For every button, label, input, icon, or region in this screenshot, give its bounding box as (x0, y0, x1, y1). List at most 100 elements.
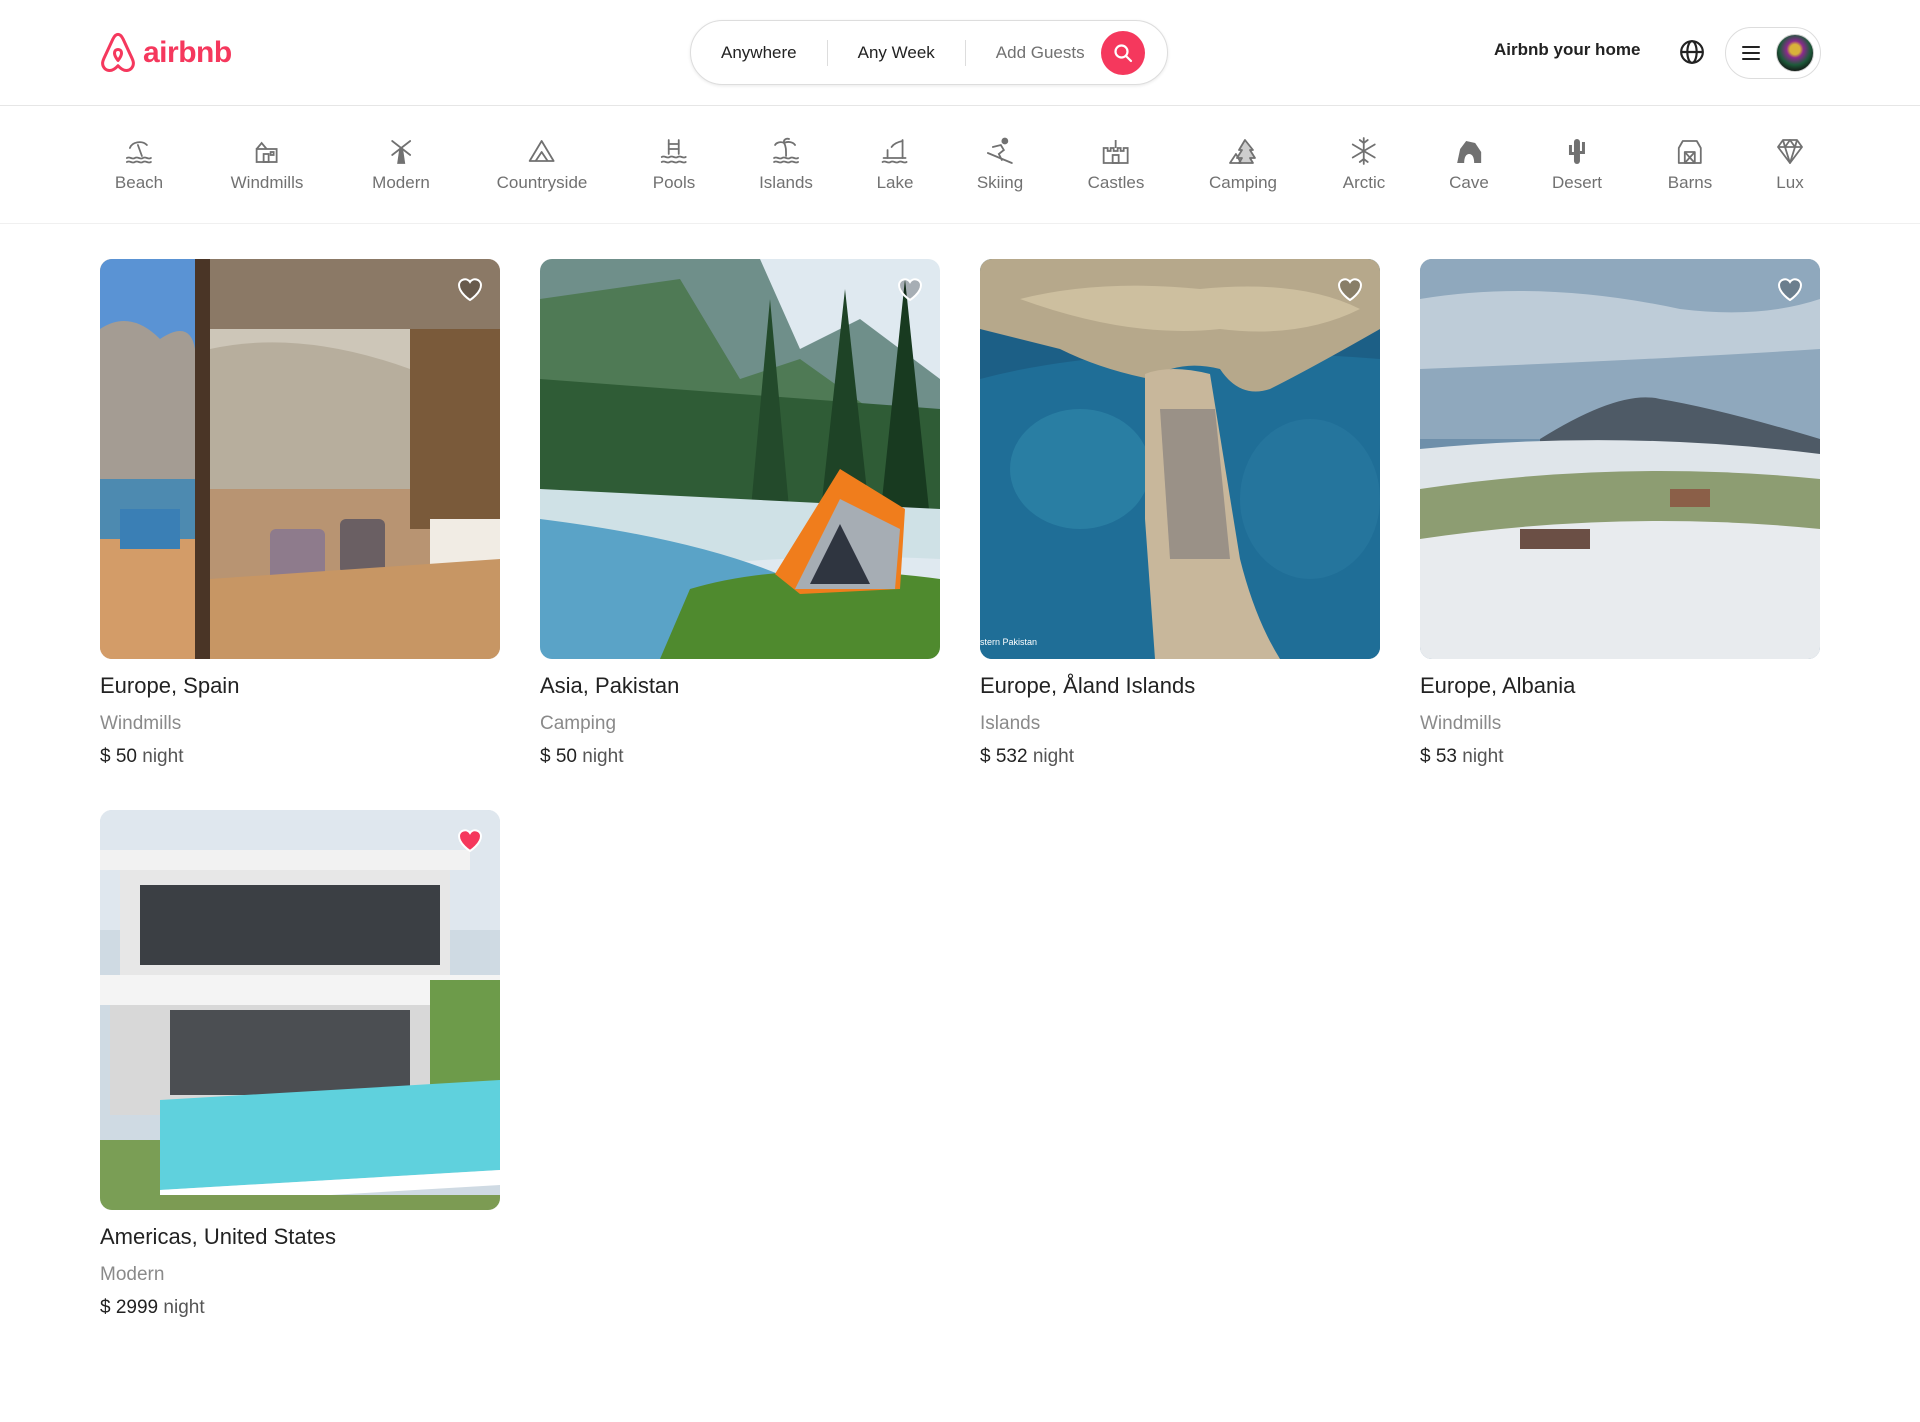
category-label: Cave (1449, 173, 1489, 192)
category-cave[interactable]: Cave (1449, 136, 1489, 193)
category-camping[interactable]: Camping (1209, 136, 1277, 193)
listing-photo-image (980, 259, 1380, 659)
castle-icon (1103, 140, 1129, 164)
listing-price-row: $ 50 night (100, 746, 183, 768)
category-label: Camping (1208, 173, 1278, 192)
modern-icon (391, 140, 411, 164)
listing-category: Windmills (1420, 713, 1502, 734)
listing-price-unit: night (142, 746, 184, 767)
listing-photo (540, 259, 940, 659)
search-bar[interactable]: Anywhere Any Week Add Guests (690, 20, 1168, 85)
favorite-button[interactable] (1335, 274, 1365, 304)
category-arctic[interactable]: Arctic (1342, 136, 1386, 193)
listing-category: Modern (100, 1264, 165, 1285)
listing-photo-image (100, 810, 500, 1210)
windmill-icon (256, 141, 278, 163)
heart-outline-icon (457, 278, 483, 302)
skiing-icon (987, 137, 1013, 164)
category-label: Modern (372, 173, 430, 192)
category-lux[interactable]: Lux (1775, 136, 1805, 193)
category-bar: Beach Windmills Modern Countryside Pools… (0, 106, 1920, 224)
listing-card[interactable]: Europe, Albania Windmills $ 53 night (1420, 259, 1820, 799)
listing-location: Europe, Åland Islands (980, 673, 1196, 698)
category-label: Skiing (976, 173, 1024, 192)
search-who[interactable]: Add Guests (966, 41, 1099, 65)
category-lake[interactable]: Lake (876, 136, 914, 193)
listing-price: $ 532 (980, 746, 1028, 767)
pool-icon (661, 139, 687, 164)
listing-price-unit: night (1032, 746, 1075, 767)
category-castles[interactable]: Castles (1087, 136, 1145, 193)
lake-icon (882, 139, 908, 164)
category-label: Barns (1667, 173, 1713, 192)
listing-photo (100, 259, 500, 659)
listing-price: $ 2999 (100, 1297, 159, 1318)
beach-icon (126, 141, 152, 164)
listing-price: $ 53 (1420, 746, 1457, 767)
listing-price: $ 50 (100, 746, 137, 767)
listing-photo-image (1420, 259, 1820, 659)
category-label: Beach (114, 173, 164, 192)
hamburger-icon (1742, 46, 1760, 60)
category-windmills[interactable]: Windmills (231, 136, 303, 193)
camping-icon (1229, 139, 1256, 164)
category-countryside[interactable]: Countryside (496, 136, 588, 193)
category-modern[interactable]: Modern (372, 136, 430, 193)
category-label: Arctic (1342, 173, 1386, 192)
category-pools[interactable]: Pools (652, 136, 696, 193)
favorite-button[interactable] (895, 274, 925, 304)
search-button[interactable] (1100, 30, 1145, 75)
listing-price-row: $ 532 night (980, 746, 1074, 768)
listing-price: $ 50 (540, 746, 577, 767)
top-navbar: airbnb Anywhere Any Week Add Guests Airb… (0, 0, 1920, 106)
heart-outline-icon (1337, 278, 1363, 302)
listing-photo-image (540, 259, 940, 659)
palm-island-icon (773, 137, 799, 164)
avatar (1776, 34, 1814, 72)
favorite-button[interactable] (455, 825, 485, 855)
cactus-icon (1568, 139, 1585, 164)
category-islands[interactable]: Islands (759, 136, 813, 193)
diamond-icon (1777, 139, 1803, 164)
category-desert[interactable]: Desert (1552, 136, 1602, 193)
favorite-button[interactable] (455, 274, 485, 304)
listing-card[interactable]: Asia, Pakistan Camping $ 50 night (540, 259, 940, 799)
category-label: Countryside (496, 173, 588, 192)
category-label: Islands (759, 173, 813, 192)
listing-price-row: $ 2999 night (100, 1297, 205, 1319)
category-label: Castles (1087, 173, 1145, 192)
heart-filled-icon (457, 829, 483, 853)
heart-outline-icon (1777, 278, 1803, 302)
listing-card[interactable]: stern Pakistan Europe, Åland Islands Isl… (980, 259, 1380, 799)
barn-icon (1678, 140, 1702, 164)
category-skiing[interactable]: Skiing (977, 136, 1023, 193)
user-menu-button[interactable] (1725, 27, 1821, 79)
search-icon (1114, 43, 1132, 62)
globe-icon[interactable] (1679, 39, 1705, 65)
airbnb-logo[interactable]: airbnb (99, 32, 232, 74)
listing-category: Camping (540, 713, 617, 734)
listing-location: Europe, Albania (1420, 673, 1576, 698)
cave-icon (1457, 141, 1481, 163)
listing-category: Windmills (100, 713, 182, 734)
listing-card[interactable]: Americas, United States Modern $ 2999 ni… (100, 810, 500, 1350)
listing-location: Asia, Pakistan (540, 673, 680, 698)
listing-photo (100, 810, 500, 1210)
listing-location: Europe, Spain (100, 673, 240, 698)
listing-category: Islands (980, 713, 1041, 734)
category-barns[interactable]: Barns (1668, 136, 1712, 193)
host-link[interactable]: Airbnb your home (1494, 40, 1640, 60)
photo-caption: stern Pakistan (980, 637, 1038, 647)
listing-photo: stern Pakistan (980, 259, 1380, 659)
search-where[interactable]: Anywhere (691, 41, 827, 65)
listing-price-unit: night (582, 746, 624, 767)
search-when[interactable]: Any Week (828, 41, 965, 65)
listing-card[interactable]: Europe, Spain Windmills $ 50 night (100, 259, 500, 799)
favorite-button[interactable] (1775, 274, 1805, 304)
category-label: Pools (652, 173, 696, 192)
category-label: Lux (1776, 173, 1804, 192)
airbnb-logo-icon (101, 32, 135, 73)
category-label: Lake (876, 173, 914, 192)
listing-price-unit: night (1462, 746, 1504, 767)
category-beach[interactable]: Beach (115, 136, 163, 193)
